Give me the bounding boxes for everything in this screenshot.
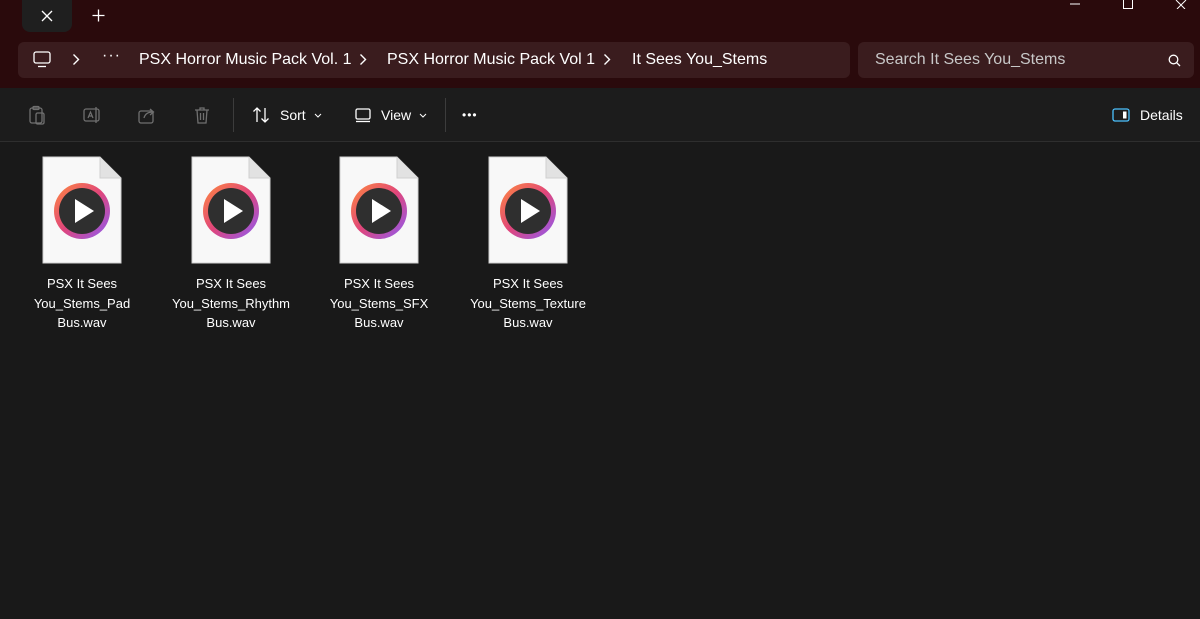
file-item[interactable]: PSX It Sees You_Stems_SFX Bus.wav — [318, 156, 440, 332]
search-icon — [1168, 54, 1181, 67]
file-item[interactable]: PSX It Sees You_Stems_Pad Bus.wav — [21, 156, 143, 332]
paste-button[interactable] — [27, 97, 51, 133]
file-name: PSX It Sees You_Stems_Rhythm Bus.wav — [171, 276, 291, 330]
plus-icon — [92, 9, 104, 21]
rename-button[interactable] — [82, 97, 106, 133]
audio-file-icon — [42, 156, 122, 264]
chevron-down-icon — [419, 113, 427, 118]
chevron-right-icon[interactable] — [359, 53, 367, 71]
close-icon — [41, 10, 53, 22]
minimize-button[interactable] — [1052, 0, 1098, 12]
details-pane-icon — [1112, 108, 1130, 122]
file-name: PSX It Sees You_Stems_Pad Bus.wav — [33, 276, 131, 330]
monitor-icon — [33, 51, 51, 68]
maximize-icon — [1123, 0, 1133, 9]
details-button[interactable]: Details — [1112, 97, 1192, 133]
file-name: PSX It Sees You_Stems_Texture Bus.wav — [470, 276, 586, 330]
view-button[interactable]: View — [354, 97, 430, 133]
sort-button[interactable]: Sort — [251, 97, 325, 133]
audio-file-icon — [191, 156, 271, 264]
breadcrumb-current[interactable]: It Sees You_Stems — [632, 51, 767, 69]
new-tab-button[interactable] — [80, 0, 116, 30]
toolbar-separator — [445, 98, 446, 132]
trash-icon — [195, 107, 209, 124]
file-list: PSX It Sees You_Stems_Pad Bus.wav PSX It… — [0, 142, 1200, 619]
audio-file-icon — [339, 156, 419, 264]
view-label: View — [381, 107, 412, 123]
search-input[interactable] — [875, 51, 1155, 69]
title-bar — [0, 0, 1200, 32]
rename-icon — [83, 107, 100, 123]
more-icon: ••• — [462, 108, 478, 122]
audio-file-icon — [488, 156, 568, 264]
view-icon — [355, 108, 371, 123]
breadcrumb-item[interactable]: PSX Horror Music Pack Vol 1 — [387, 51, 595, 69]
command-bar: Sort View ••• Details — [0, 88, 1200, 142]
toolbar-separator — [233, 98, 234, 132]
breadcrumb[interactable]: ··· PSX Horror Music Pack Vol. 1 PSX Hor… — [18, 42, 850, 78]
file-name: PSX It Sees You_Stems_SFX Bus.wav — [329, 276, 429, 330]
more-options-button[interactable]: ••• — [462, 97, 486, 133]
sort-label: Sort — [280, 107, 306, 123]
sort-icon — [253, 107, 269, 123]
search-box[interactable] — [858, 42, 1194, 78]
chevron-right-icon[interactable] — [603, 53, 611, 71]
share-button[interactable] — [137, 97, 161, 133]
chevron-right-icon[interactable] — [72, 53, 80, 71]
breadcrumb-item[interactable]: PSX Horror Music Pack Vol. 1 — [139, 51, 352, 69]
delete-button[interactable] — [192, 97, 216, 133]
file-item[interactable]: PSX It Sees You_Stems_Rhythm Bus.wav — [170, 156, 292, 332]
maximize-button[interactable] — [1105, 0, 1151, 12]
details-label: Details — [1140, 107, 1183, 123]
close-icon — [1175, 0, 1187, 9]
window-close-button[interactable] — [1158, 0, 1200, 12]
minimize-icon — [1070, 3, 1080, 5]
address-bar: ··· PSX Horror Music Pack Vol. 1 PSX Hor… — [0, 32, 1200, 88]
breadcrumb-overflow[interactable]: ··· — [102, 47, 121, 65]
share-icon — [138, 108, 155, 124]
file-item[interactable]: PSX It Sees You_Stems_Texture Bus.wav — [467, 156, 589, 332]
clipboard-icon — [29, 105, 45, 125]
this-pc-button[interactable] — [33, 51, 51, 73]
tab-close-button[interactable] — [22, 0, 72, 32]
chevron-down-icon — [314, 113, 322, 118]
